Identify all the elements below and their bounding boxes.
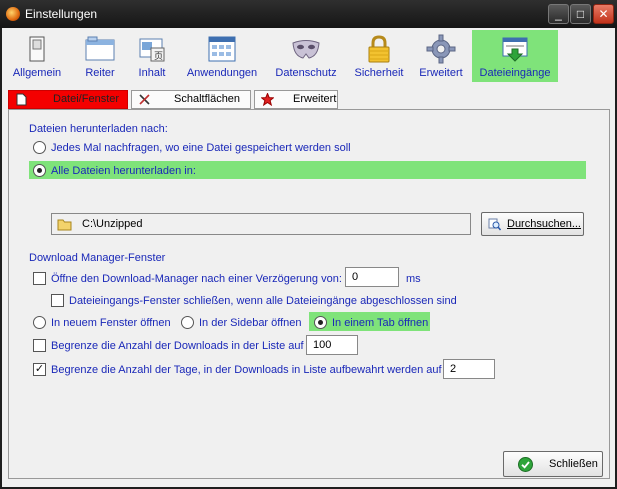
- toolbar-label: Erweitert: [419, 67, 463, 79]
- toolbar-label: Allgemein: [12, 67, 62, 79]
- tab-schaltflaechen[interactable]: Schaltflächen: [131, 90, 251, 109]
- radio-download-all[interactable]: [33, 164, 46, 177]
- window-title: Einstellungen: [25, 7, 98, 21]
- window-client: Allgemein Reiter 页 Inhalt Anwendungen Da…: [2, 28, 615, 487]
- open-new-window-label[interactable]: In neuem Fenster öffnen: [51, 317, 171, 329]
- open-delay-unit: ms: [406, 273, 421, 285]
- download-icon: [502, 37, 528, 62]
- toolbar-item-erweitert[interactable]: Erweitert: [416, 30, 466, 82]
- toolbar-label: Sicherheit: [354, 67, 404, 79]
- tab-label: Erweitert: [293, 93, 337, 105]
- switch-icon: [29, 36, 45, 62]
- open-tab-label[interactable]: In einem Tab öffnen: [332, 317, 428, 329]
- limit-downloads-label[interactable]: Begrenze die Anzahl der Downloads in der…: [51, 340, 304, 352]
- search-folder-icon: [488, 218, 501, 231]
- toolbar-item-reiter[interactable]: Reiter: [80, 30, 120, 82]
- window-icon: [85, 36, 115, 61]
- toolbar-label: Datenschutz: [275, 67, 337, 79]
- open-sidebar-label[interactable]: In der Sidebar öffnen: [199, 317, 302, 329]
- toolbar-label: Reiter: [85, 67, 115, 79]
- checkbox-open-delay[interactable]: [33, 272, 46, 285]
- close-window-button[interactable]: ✕: [593, 4, 614, 24]
- open-delay-label[interactable]: Öffne den Download-Manager nach einer Ve…: [51, 273, 342, 285]
- applications-icon: [208, 36, 236, 62]
- tools-icon: [139, 94, 150, 105]
- lock-icon: [368, 35, 390, 63]
- folder-icon: [57, 219, 72, 231]
- radio-download-all-label[interactable]: Alle Dateien herunterladen in:: [51, 165, 196, 177]
- close-when-done-label[interactable]: Dateieingangs-Fenster schließen, wenn al…: [69, 295, 457, 307]
- open-delay-input[interactable]: 0: [345, 267, 399, 287]
- tab-label: Datei/Fenster: [53, 93, 120, 105]
- checkbox-close-when-done[interactable]: [51, 294, 64, 307]
- group-label-download-location: Dateien herunterladen nach:: [29, 123, 168, 135]
- toolbar-item-dateieingaenge[interactable]: Dateieingänge: [472, 30, 558, 82]
- title-bar[interactable]: Einstellungen _ □ ✕: [0, 0, 617, 28]
- toolbar-item-inhalt[interactable]: 页 Inhalt: [133, 30, 171, 82]
- minimize-button[interactable]: _: [548, 4, 569, 24]
- radio-open-new-window[interactable]: [33, 316, 46, 329]
- toolbar-item-anwendungen[interactable]: Anwendungen: [185, 30, 259, 82]
- group-label-download-manager: Download Manager-Fenster: [29, 252, 166, 264]
- toolbar-label: Inhalt: [138, 67, 166, 79]
- preferences-window: Einstellungen _ □ ✕ Allgemein Reiter 页 I…: [0, 0, 617, 489]
- browse-button-label: Durchsuchen...: [507, 218, 581, 230]
- browse-button[interactable]: Durchsuchen...: [481, 212, 584, 236]
- radio-ask-label[interactable]: Jedes Mal nachfragen, wo eine Datei gesp…: [51, 142, 351, 154]
- toolbar-label: Dateieingänge: [479, 67, 551, 79]
- maximize-button[interactable]: □: [570, 4, 591, 24]
- radio-ask-location[interactable]: [33, 141, 46, 154]
- download-path-value: C:\Unzipped: [82, 218, 143, 230]
- svg-text:页: 页: [154, 51, 163, 62]
- firefox-icon: [6, 7, 20, 21]
- gear-icon: [426, 34, 456, 64]
- downloads-panel: Dateien herunterladen nach: Jedes Mal na…: [8, 109, 610, 479]
- limit-downloads-input[interactable]: 100: [306, 335, 358, 355]
- limit-days-input[interactable]: 2: [443, 359, 495, 379]
- limit-days-label[interactable]: Begrenze die Anzahl der Tage, in der Dow…: [51, 364, 442, 376]
- toolbar-item-datenschutz[interactable]: Datenschutz: [272, 30, 340, 82]
- tab-erweitert[interactable]: Erweitert: [254, 90, 338, 109]
- category-toolbar: Allgemein Reiter 页 Inhalt Anwendungen Da…: [2, 28, 615, 84]
- checkbox-limit-downloads[interactable]: [33, 339, 46, 352]
- checkbox-limit-days[interactable]: ✓: [33, 363, 46, 376]
- checkmark-icon: [518, 457, 533, 472]
- toolbar-label: Anwendungen: [186, 67, 258, 79]
- star-icon: [261, 93, 274, 106]
- content-icon: 页: [139, 38, 165, 62]
- download-path-field[interactable]: C:\Unzipped: [51, 213, 471, 235]
- tab-label: Schaltflächen: [174, 93, 241, 105]
- mask-icon: [292, 40, 320, 59]
- close-button-label: Schließen: [549, 458, 598, 470]
- tab-datei-fenster[interactable]: Datei/Fenster: [8, 90, 128, 109]
- document-icon: [16, 93, 27, 106]
- close-button[interactable]: Schließen: [503, 451, 603, 477]
- toolbar-item-allgemein[interactable]: Allgemein: [12, 30, 62, 82]
- toolbar-item-sicherheit[interactable]: Sicherheit: [352, 30, 406, 82]
- radio-open-sidebar[interactable]: [181, 316, 194, 329]
- radio-open-tab[interactable]: [314, 316, 327, 329]
